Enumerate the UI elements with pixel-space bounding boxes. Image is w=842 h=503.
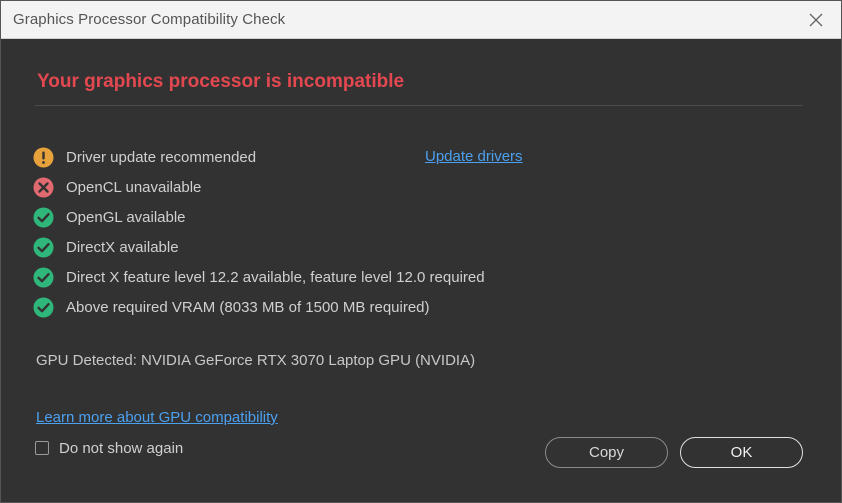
copy-button[interactable]: Copy: [545, 437, 668, 468]
incompatible-headline: Your graphics processor is incompatible: [37, 71, 405, 92]
check-label: Above required VRAM (8033 MB of 1500 MB …: [66, 298, 430, 316]
check-label: DirectX available: [66, 238, 179, 256]
warning-icon: [33, 147, 54, 167]
update-drivers-link[interactable]: Update drivers: [425, 148, 523, 165]
gpu-detected-text: GPU Detected: NVIDIA GeForce RTX 3070 La…: [36, 352, 476, 369]
do-not-show-again[interactable]: Do not show again: [35, 439, 183, 457]
learn-more-link[interactable]: Learn more about GPU compatibility: [36, 409, 278, 426]
check-label: Driver update recommended: [66, 148, 257, 166]
divider: [35, 105, 803, 106]
dialog-window: Graphics Processor Compatibility Check Y…: [0, 0, 842, 503]
title-bar: Graphics Processor Compatibility Check: [1, 1, 841, 39]
checkmark-icon: [33, 207, 54, 227]
close-icon: [809, 13, 823, 27]
check-row-opencl: OpenCL unavailable: [33, 176, 201, 198]
error-icon: [33, 177, 54, 197]
do-not-show-checkbox[interactable]: [35, 441, 49, 455]
window-title: Graphics Processor Compatibility Check: [13, 11, 286, 28]
check-row-directx: DirectX available: [33, 236, 179, 258]
ok-button[interactable]: OK: [680, 437, 803, 468]
checkmark-icon: [33, 237, 54, 257]
check-label: Direct X feature level 12.2 available, f…: [66, 268, 485, 286]
close-button[interactable]: [805, 9, 827, 31]
check-row-driver: Driver update recommended: [33, 146, 256, 168]
check-label: OpenCL unavailable: [66, 178, 202, 196]
check-row-feature-level: Direct X feature level 12.2 available, f…: [33, 266, 485, 288]
do-not-show-label: Do not show again: [59, 439, 184, 457]
checkmark-icon: [33, 297, 54, 317]
check-label: OpenGL available: [66, 208, 186, 226]
check-row-opengl: OpenGL available: [33, 206, 186, 228]
check-row-vram: Above required VRAM (8033 MB of 1500 MB …: [33, 296, 430, 318]
checkmark-icon: [33, 267, 54, 287]
